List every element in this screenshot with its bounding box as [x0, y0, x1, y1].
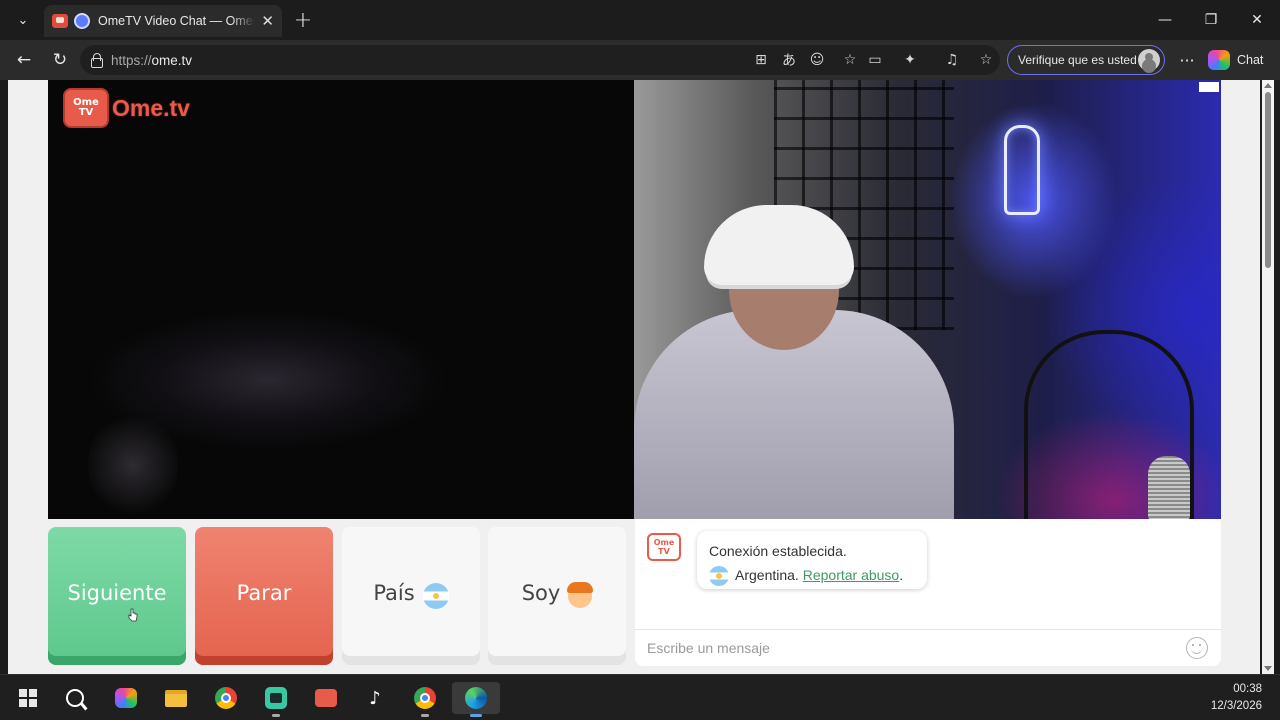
translate-icon[interactable]: あ	[776, 47, 802, 73]
browser-tab[interactable]: OmeTV Video Chat — Omegle ✕	[44, 5, 282, 37]
profile-verify-button[interactable]: Verifique que es usted	[1007, 45, 1165, 75]
chat-panel: Ome TV Conexión establecida. Argentina. …	[635, 519, 1221, 666]
copilot-icon	[1208, 50, 1230, 70]
media-control-icon[interactable]: ♫	[939, 47, 965, 73]
partner-country: Argentina.	[735, 567, 799, 583]
message-input[interactable]	[635, 630, 1175, 666]
ometv-logo: Ome TV Ome.tv	[63, 88, 190, 128]
argentina-flag-icon	[709, 566, 729, 587]
country-button-label: País	[373, 581, 415, 605]
video-neon-sign	[1004, 125, 1040, 215]
country-filter-button[interactable]: País	[342, 527, 480, 665]
tab-title: OmeTV Video Chat — Omegle	[98, 14, 256, 28]
tab-list-chevron-icon[interactable]: ⌄	[8, 6, 38, 34]
chrome-icon[interactable]	[210, 682, 242, 714]
page-scrollbar[interactable]	[1262, 80, 1274, 674]
video-noise	[88, 410, 178, 519]
tab-bar: ⌄ OmeTV Video Chat — Omegle ✕ + — ❐ ✕	[0, 0, 1280, 40]
refresh-icon[interactable]: ↻	[46, 46, 74, 74]
url-protocol: https://	[111, 52, 152, 68]
ometv-bot-icon: Ome TV	[647, 533, 681, 561]
report-abuse-link[interactable]: Reportar abuso	[803, 567, 900, 583]
stop-button[interactable]: Parar	[195, 527, 333, 665]
clock-date: 12/3/2026	[1210, 700, 1262, 712]
tracking-icon[interactable]: ☺	[804, 47, 830, 73]
video-corner-marker	[1199, 82, 1219, 92]
edge-browser-icon[interactable]	[452, 682, 500, 717]
tab-close-icon[interactable]: ✕	[261, 12, 274, 30]
stop-button-label: Parar	[236, 581, 292, 605]
emoji-smiley-icon[interactable]	[1186, 637, 1208, 659]
hand-cursor-icon	[128, 608, 138, 622]
partner-country-line: Argentina. Reportar abuso.	[709, 563, 915, 587]
remote-video-feed	[634, 80, 1221, 519]
scrollbar-thumb[interactable]	[1265, 92, 1271, 268]
search-icon[interactable]	[59, 682, 91, 714]
bot-logo-line1: Ome	[653, 538, 675, 547]
app-available-icon[interactable]: ⊞	[748, 47, 774, 73]
window-close-button[interactable]: ✕	[1234, 0, 1280, 40]
copilot-chat-button[interactable]: Chat	[1208, 45, 1274, 75]
local-video-feed	[48, 80, 634, 519]
back-arrow-icon[interactable]: ←	[10, 46, 38, 74]
start-windows-icon[interactable]	[12, 682, 44, 714]
video-microphone	[1148, 456, 1190, 519]
logo-tv-line2: TV	[78, 107, 94, 118]
gender-button-label: Soy	[521, 581, 561, 605]
argentina-flag-icon	[422, 583, 449, 609]
scroll-up-arrow-icon[interactable]	[1264, 83, 1272, 88]
navigation-bar: ← ↻ https://ome.tv ⊞ あ ☺ ☆ ▭ ✦ ♫ ☆ Verif…	[0, 40, 1280, 80]
ometv-tv-icon: Ome TV	[63, 88, 109, 128]
tiktok-icon[interactable]: ♪	[359, 682, 391, 714]
report-suffix: .	[899, 567, 904, 583]
favorites-icon[interactable]: ☆	[973, 47, 999, 73]
url-host: ome.tv	[151, 52, 193, 68]
recording-indicator-icon	[74, 13, 90, 29]
camera-in-use-icon[interactable]: ▭	[862, 47, 888, 73]
new-tab-button[interactable]: +	[290, 7, 316, 33]
file-explorer-icon[interactable]	[160, 682, 192, 714]
app-taskbar-icon[interactable]	[260, 682, 292, 717]
restore-button[interactable]: ❐	[1188, 0, 1234, 40]
minimize-button[interactable]: —	[1142, 0, 1188, 40]
profile-verify-label: Verifique que es usted	[1018, 53, 1137, 67]
lock-icon[interactable]	[90, 53, 103, 68]
message-bar	[635, 629, 1221, 666]
clock-time: 00:38	[1233, 683, 1262, 695]
chrome-profile-icon[interactable]	[409, 682, 441, 717]
system-clock[interactable]: 00:38 12/3/2026	[1211, 681, 1262, 715]
ometv-taskbar-icon[interactable]	[310, 682, 342, 714]
taskbar: ♪ 00:38 12/3/2026	[0, 674, 1280, 720]
next-button-label: Siguiente	[67, 581, 167, 605]
avatar	[1138, 49, 1160, 71]
scroll-down-arrow-icon[interactable]	[1264, 666, 1272, 671]
ometv-favicon-icon	[52, 14, 68, 28]
chat-button-label: Chat	[1237, 53, 1264, 67]
favorite-star-icon[interactable]: ☆	[837, 47, 863, 73]
copilot-taskbar-icon[interactable]	[110, 682, 142, 714]
system-message-bubble: Conexión establecida. Argentina. Reporta…	[697, 531, 927, 589]
bot-logo-line2: TV	[658, 547, 670, 556]
extensions-icon[interactable]: ✦	[897, 47, 923, 73]
boy-emoji-icon	[567, 582, 594, 608]
connection-status-text: Conexión establecida.	[709, 543, 847, 559]
logo-wordmark: Ome.tv	[112, 94, 190, 121]
more-options-icon[interactable]: ···	[1173, 46, 1201, 74]
gender-select-button[interactable]: Soy	[488, 527, 626, 665]
next-button[interactable]: Siguiente	[48, 527, 186, 665]
